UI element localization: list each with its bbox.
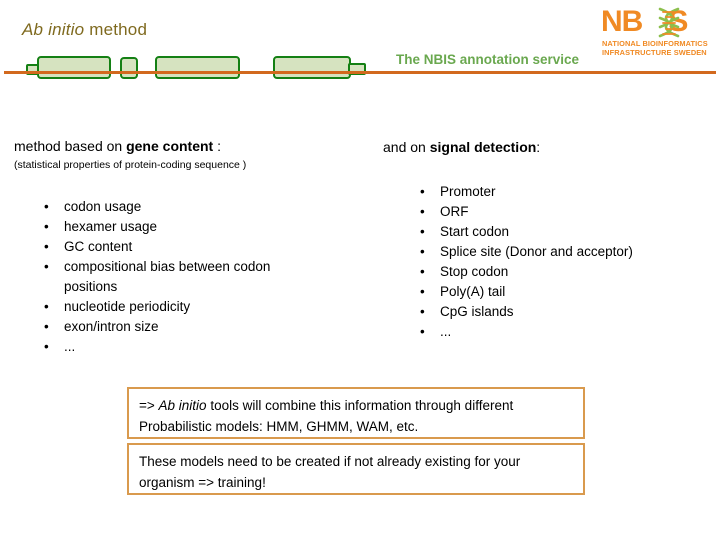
left-heading-suffix: : [213, 138, 221, 154]
bullet-dot-icon: • [44, 339, 49, 354]
bullet-dot-icon: • [420, 264, 425, 279]
nbis-logo: NB S NATIONAL BIOINFORMATICS INFRASTRUCTU… [601, 6, 713, 60]
bullet-dot-icon: • [420, 184, 425, 199]
bullet-dot-icon: • [420, 324, 425, 339]
right-heading-bold: signal detection [429, 139, 537, 155]
gene-model-diagram [0, 50, 400, 84]
signal-detection-feature-item: • Promoter [412, 182, 712, 202]
right-heading-prefix: and on [383, 139, 430, 155]
gene-content-feature-item: • nucleotide periodicity [36, 297, 366, 317]
bullet-dot-icon: • [44, 319, 49, 334]
gene-exon-block [120, 57, 138, 79]
bullet-dot-icon: • [420, 204, 425, 219]
left-heading-prefix: method based on [14, 138, 127, 154]
signal-detection-feature-item: • Poly(A) tail [412, 282, 712, 302]
bullet-dot-icon: • [44, 239, 49, 254]
gene-content-feature-list: • codon usage • hexamer usage • GC content • co… [36, 197, 366, 357]
gene-content-feature-item: • codon usage [36, 197, 366, 217]
page-title-rest: method [84, 20, 148, 39]
conclusion-box-tools: => Ab initio tools will combine this inf… [127, 387, 585, 439]
bullet-dot-icon: • [44, 219, 49, 234]
page-title: Ab initio method [22, 20, 147, 40]
dna-helix-icon [658, 7, 680, 38]
signal-detection-feature-label: Poly(A) tail [440, 284, 506, 299]
gene-content-feature-label-continued: positions [64, 279, 118, 294]
signal-detection-feature-label: CpG islands [440, 304, 514, 319]
conclusion-1-prefix: => [139, 398, 159, 413]
nbis-logo-subtitle-line1: NATIONAL BIOINFORMATICS [602, 39, 708, 48]
signal-detection-feature-label: Start codon [440, 224, 510, 239]
signal-detection-feature-label: Stop codon [440, 264, 509, 279]
bullet-dot-icon: • [44, 199, 49, 214]
conclusion-1-italic: Ab initio [158, 398, 207, 413]
signal-detection-feature-item: • Splice site (Donor and acceptor) [412, 242, 712, 262]
signal-detection-feature-label: Promoter [440, 184, 496, 199]
gene-exon-block [273, 56, 351, 79]
nbis-logo-nb: NB [601, 5, 643, 38]
bullet-dot-icon: • [420, 244, 425, 259]
signal-detection-feature-item: •... [412, 322, 712, 342]
gene-content-feature-label: compositional bias between codon [64, 259, 271, 274]
signal-detection-feature-item: • CpG islands [412, 302, 712, 322]
conclusion-box-training: These models need to be created if not a… [127, 443, 585, 495]
bullet-dot-icon: • [44, 259, 49, 274]
gene-content-feature-label: nucleotide periodicity [64, 299, 191, 314]
signal-detection-feature-label: Splice site (Donor and acceptor) [440, 244, 633, 259]
right-column-heading: and on signal detection: [383, 139, 540, 155]
gene-content-feature-item: • hexamer usage [36, 217, 366, 237]
gene-content-feature-item: • exon/intron size [36, 317, 366, 337]
signal-detection-feature-item: • ORF [412, 202, 712, 222]
page-title-italic: Ab initio [22, 20, 85, 39]
nbis-logo-subtitle-line2: INFRASTRUCTURE SWEDEN [602, 48, 707, 57]
gene-exon-block [155, 56, 240, 79]
gene-content-feature-label: exon/intron size [64, 319, 159, 334]
gene-content-feature-item: • GC content [36, 237, 366, 257]
service-subtitle: The NBIS annotation service [396, 52, 580, 67]
gene-exon-block [37, 56, 111, 79]
signal-detection-feature-item: • Start codon [412, 222, 712, 242]
gene-content-feature-label: GC content [64, 239, 133, 254]
slide-header: Ab initio method The NBIS annotation ser… [0, 0, 720, 84]
signal-detection-feature-list: • Promoter • ORF • Start codon • Splice site (D… [412, 182, 712, 342]
gene-content-feature-item: • compositional bias between codon positio… [36, 257, 366, 297]
signal-detection-feature-item: • Stop codon [412, 262, 712, 282]
signal-detection-feature-label: ... [440, 324, 452, 339]
bullet-dot-icon: • [44, 299, 49, 314]
left-column-subheading: (statistical properties of protein-codin… [14, 159, 247, 171]
header-divider-rule [4, 71, 716, 74]
signal-detection-feature-label: ORF [440, 204, 469, 219]
gene-content-feature-label: ... [64, 339, 76, 354]
bullet-dot-icon: • [420, 224, 425, 239]
gene-content-feature-label: hexamer usage [64, 219, 158, 234]
left-column-heading: method based on gene content : [14, 138, 221, 154]
gene-content-feature-label: codon usage [64, 199, 142, 214]
gene-content-feature-item: •... [36, 337, 366, 357]
left-heading-bold: gene content [126, 138, 214, 154]
bullet-dot-icon: • [420, 304, 425, 319]
bullet-dot-icon: • [420, 284, 425, 299]
right-heading-suffix: : [536, 139, 541, 155]
